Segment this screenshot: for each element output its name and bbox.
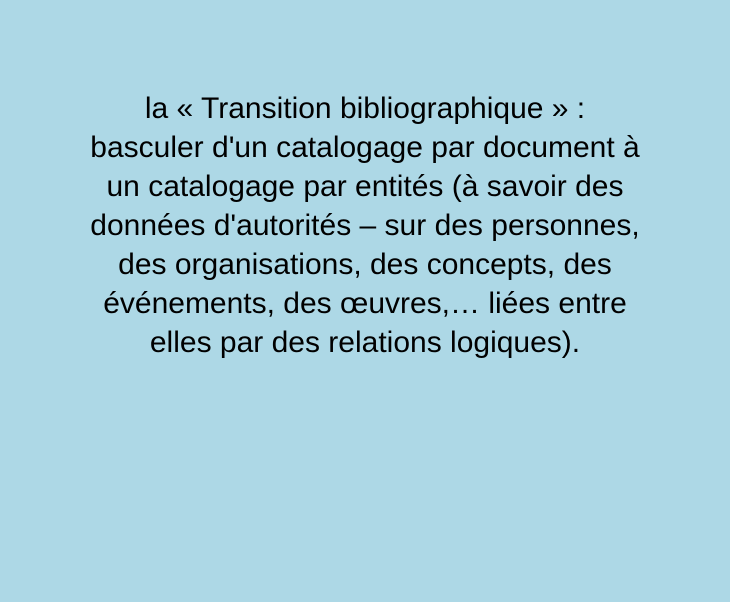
text-line: basculer d'un catalogage par document à bbox=[90, 131, 640, 164]
slide: la « Transition bibliographique » : basc… bbox=[0, 0, 730, 602]
text-line: un catalogage par entités (à savoir des bbox=[106, 170, 624, 203]
text-line: la « Transition bibliographique » : bbox=[144, 92, 586, 125]
text-line: événements, des œuvres,… liées entre bbox=[103, 287, 627, 320]
text-line: elles par des relations logiques). bbox=[149, 326, 581, 359]
slide-text: la « Transition bibliographique » : basc… bbox=[0, 89, 730, 362]
text-line: des organisations, des concepts, des bbox=[118, 248, 612, 281]
text-line: données d'autorités – sur des personnes, bbox=[90, 209, 640, 242]
